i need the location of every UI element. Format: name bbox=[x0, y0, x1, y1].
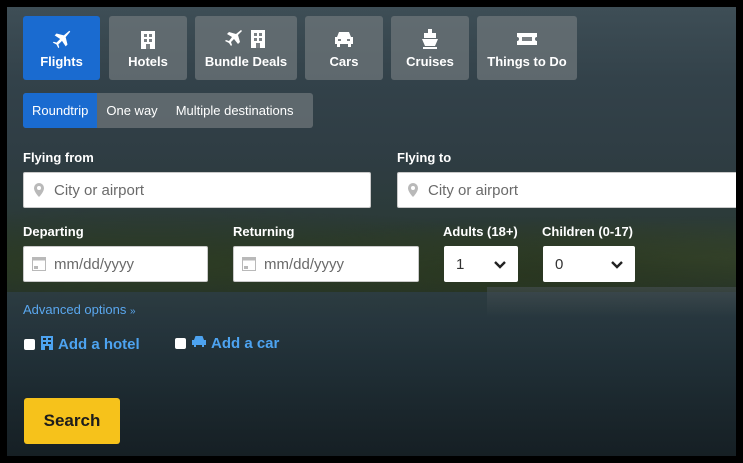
adults-select[interactable]: 1 bbox=[444, 246, 518, 282]
bundle-icon bbox=[223, 28, 269, 50]
calendar-icon bbox=[24, 257, 54, 271]
returning-input[interactable]: mm/dd/yyyy bbox=[233, 246, 419, 282]
flying-to-placeholder: City or airport bbox=[428, 181, 519, 199]
tab-hotels[interactable]: Hotels bbox=[109, 16, 187, 80]
tab-things-to-do-label: Things to Do bbox=[487, 53, 567, 69]
adults-label: Adults (18+) bbox=[443, 224, 518, 239]
add-hotel-option[interactable]: Add a hotel bbox=[24, 335, 140, 354]
chevron-down-icon bbox=[611, 256, 623, 273]
returning-placeholder: mm/dd/yyyy bbox=[264, 255, 345, 273]
hotel-icon bbox=[139, 28, 157, 50]
adults-value: 1 bbox=[456, 255, 465, 273]
add-car-option[interactable]: Add a car bbox=[175, 335, 279, 352]
car-icon bbox=[333, 28, 355, 50]
trip-type-roundtrip[interactable]: Roundtrip bbox=[23, 93, 98, 128]
add-hotel-label: Add a hotel bbox=[58, 336, 140, 353]
children-value: 0 bbox=[555, 255, 564, 273]
tab-cruises[interactable]: Cruises bbox=[391, 16, 469, 80]
flying-from-label: Flying from bbox=[23, 150, 94, 165]
trip-type-selector: Roundtrip One way Multiple destinations bbox=[23, 93, 313, 128]
ship-icon bbox=[421, 28, 439, 50]
tab-bundle-deals-label: Bundle Deals bbox=[204, 53, 288, 69]
hotel-icon bbox=[40, 335, 54, 354]
returning-label: Returning bbox=[233, 224, 295, 239]
trip-type-multiple-destinations[interactable]: Multiple destinations bbox=[167, 93, 303, 128]
background-beach bbox=[487, 287, 736, 317]
search-widget: Flights Hotels Bundle Deals Cars Cruises… bbox=[0, 0, 743, 463]
tab-hotels-label: Hotels bbox=[128, 53, 168, 69]
add-car-label: Add a car bbox=[211, 335, 280, 352]
airplane-icon bbox=[51, 28, 73, 50]
tab-bundle-deals[interactable]: Bundle Deals bbox=[195, 16, 297, 80]
advanced-options-label: Advanced options bbox=[23, 302, 127, 317]
children-select[interactable]: 0 bbox=[543, 246, 635, 282]
children-label: Children (0-17) bbox=[542, 224, 634, 239]
trip-type-one-way[interactable]: One way bbox=[97, 93, 166, 128]
double-chevron-down-icon: » bbox=[129, 306, 136, 317]
tab-things-to-do[interactable]: Things to Do bbox=[477, 16, 577, 80]
tab-cars-label: Cars bbox=[329, 53, 359, 69]
tab-flights[interactable]: Flights bbox=[23, 16, 100, 80]
tab-flights-label: Flights bbox=[40, 53, 83, 69]
location-pin-icon bbox=[24, 183, 54, 197]
flying-from-placeholder: City or airport bbox=[54, 181, 145, 199]
ticket-icon bbox=[516, 28, 538, 50]
departing-placeholder: mm/dd/yyyy bbox=[54, 255, 135, 273]
departing-label: Departing bbox=[23, 224, 84, 239]
tab-cruises-label: Cruises bbox=[406, 53, 454, 69]
add-hotel-checkbox[interactable] bbox=[24, 339, 35, 350]
advanced-options-link[interactable]: Advanced options » bbox=[23, 302, 136, 317]
search-button[interactable]: Search bbox=[24, 398, 120, 444]
flying-from-input[interactable]: City or airport bbox=[23, 172, 371, 208]
car-icon bbox=[191, 335, 207, 352]
departing-input[interactable]: mm/dd/yyyy bbox=[23, 246, 208, 282]
calendar-icon bbox=[234, 257, 264, 271]
location-pin-icon bbox=[398, 183, 428, 197]
add-car-checkbox[interactable] bbox=[175, 338, 186, 349]
flying-to-label: Flying to bbox=[397, 150, 452, 165]
tab-cars[interactable]: Cars bbox=[305, 16, 383, 80]
flying-to-input[interactable]: City or airport bbox=[397, 172, 736, 208]
chevron-down-icon bbox=[494, 256, 506, 273]
